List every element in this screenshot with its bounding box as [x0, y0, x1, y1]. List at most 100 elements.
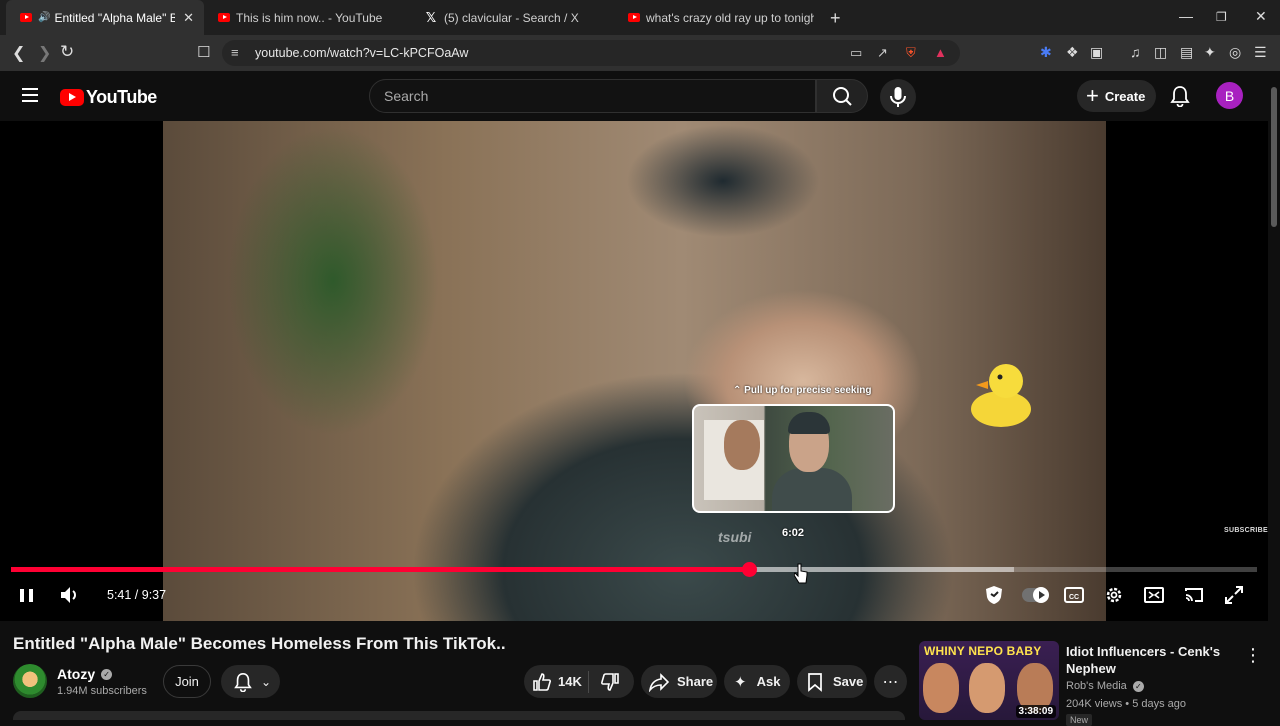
voice-search-button[interactable] [880, 79, 916, 115]
miniplayer-icon[interactable] [1144, 584, 1164, 606]
window-close-icon[interactable]: ✕ [1255, 8, 1267, 25]
video-duration: 3:38:09 [1015, 705, 1056, 718]
sidebar-icon[interactable]: ◫ [1154, 44, 1167, 61]
settings-gear-icon[interactable] [1104, 584, 1124, 606]
url-text: youtube.com/watch?v=LC-kPCFOaAw [255, 46, 469, 60]
plus-icon: + [1086, 83, 1099, 108]
address-bar[interactable]: ≡ youtube.com/watch?v=LC-kPCFOaAw ▭ ↗ ⛨ … [222, 40, 960, 66]
like-button[interactable]: 14K [524, 672, 588, 692]
forward-icon[interactable]: ❯ [38, 43, 51, 63]
more-vertical-icon[interactable]: ⋮ [1244, 645, 1262, 666]
restore-icon[interactable]: ❐ [1216, 10, 1227, 24]
extension-icon[interactable]: ✱ [1040, 44, 1052, 61]
bell-icon [234, 672, 252, 692]
channel-name-text: Atozy [57, 666, 96, 682]
verified-check-icon: ✓ [1132, 680, 1144, 692]
bookmark-icon[interactable]: ☐ [197, 43, 210, 61]
seek-preview-thumbnail [692, 404, 895, 513]
recommended-channel[interactable]: Rob's Media ✓ [1066, 680, 1144, 692]
scrubber-handle[interactable] [741, 562, 757, 577]
extensions-puzzle-icon[interactable]: ❖ [1066, 44, 1079, 61]
share-button[interactable]: Share [641, 665, 717, 698]
save-label: Save [833, 674, 864, 689]
page-scrollbar[interactable] [1268, 71, 1280, 720]
hand-cursor-icon [794, 563, 808, 584]
search-icon [833, 87, 852, 106]
youtube-icon [628, 13, 640, 22]
browser-toolbar: ❮ ❯ ↻ ☐ ≡ youtube.com/watch?v=LC-kPCFOaA… [0, 35, 1280, 71]
channel-avatar[interactable] [13, 664, 47, 698]
seek-hint-text: Pull up for precise seeking [744, 385, 872, 396]
site-settings-icon[interactable]: ≡ [231, 45, 239, 60]
played-bar [11, 567, 749, 572]
browser-tab[interactable]: what's crazy old ray up to tonight? (g [614, 0, 824, 35]
verified-check-icon: ✓ [101, 668, 113, 680]
menu-icon[interactable]: ☰ [1254, 44, 1267, 61]
cast-icon[interactable] [1184, 584, 1204, 606]
share-icon [649, 672, 669, 692]
sparkle-icon: ✦ [734, 673, 747, 691]
shield-extension-icon[interactable] [984, 584, 1004, 606]
subscription-bell-button[interactable]: ⌄ [221, 665, 280, 698]
youtube-icon [20, 13, 32, 22]
dislike-button[interactable] [589, 672, 620, 692]
autoplay-toggle[interactable] [1022, 587, 1049, 603]
guide-menu-icon[interactable] [22, 88, 38, 102]
tab-title: what's crazy old ray up to tonight? (g [646, 10, 814, 25]
youtube-play-icon [60, 89, 84, 106]
like-count: 14K [558, 674, 582, 689]
new-tab-icon[interactable]: + [830, 8, 841, 29]
description-box[interactable] [13, 711, 905, 720]
save-button[interactable]: Save [797, 665, 867, 698]
youtube-icon [218, 13, 230, 22]
search-input[interactable] [384, 88, 784, 104]
thumbs-down-icon [601, 672, 619, 691]
leo-ai-icon[interactable]: ✦ [1204, 44, 1216, 61]
create-button[interactable]: + Create [1077, 80, 1156, 112]
x-icon: 𝕏 [425, 9, 437, 25]
tab-close-icon[interactable]: ✕ [183, 10, 194, 26]
recommended-video-title[interactable]: Idiot Influencers - Cenk's Nephew [1066, 643, 1226, 677]
youtube-logo[interactable]: YouTube [60, 87, 157, 108]
create-label: Create [1104, 88, 1146, 104]
more-actions-button[interactable]: ⋯ [874, 665, 907, 698]
back-icon[interactable]: ❮ [12, 43, 25, 63]
reload-icon[interactable]: ↻ [60, 42, 74, 62]
recommended-video-thumbnail[interactable]: WHINY NEPO BABY 3:38:09 [919, 641, 1059, 720]
scrollbar-thumb[interactable] [1271, 87, 1277, 227]
progress-bar[interactable] [11, 562, 1257, 577]
cast-tab-icon[interactable]: ▭ [850, 45, 862, 61]
join-button[interactable]: Join [163, 665, 211, 698]
browser-tab[interactable]: This is him now.. - YouTube [204, 0, 410, 35]
browser-tab[interactable]: 𝕏 (5) clavicular - Search / X [410, 0, 616, 35]
notifications-bell-icon[interactable] [1170, 85, 1190, 107]
thumbs-up-icon [533, 672, 551, 691]
captions-icon[interactable]: CC [1064, 584, 1084, 606]
more-horizontal-icon: ⋯ [882, 673, 899, 691]
video-watermark: tsubi [718, 529, 752, 545]
video-player[interactable]: SUBSCRIBE ⌃ Pull up for precise seeking … [0, 121, 1268, 621]
brave-shields-icon[interactable]: ⛨ [906, 45, 916, 61]
vpn-icon[interactable]: ◎ [1229, 44, 1241, 61]
minimize-icon[interactable]: — [1179, 8, 1193, 24]
ask-button[interactable]: ✦ Ask [724, 665, 790, 698]
fullscreen-icon[interactable] [1224, 584, 1244, 606]
tab-title: This is him now.. - YouTube [236, 10, 383, 25]
media-controls-icon[interactable]: ♫ [1130, 44, 1141, 60]
brave-rewards-icon[interactable]: ▲ [934, 45, 947, 60]
tab-search-icon[interactable]: ▣ [1090, 44, 1103, 61]
search-button[interactable] [816, 79, 868, 113]
share-page-icon[interactable]: ↗ [877, 45, 888, 61]
browser-tab-strip: 🔊 Entitled "Alpha Male" Becomes Homeless… [0, 0, 1280, 35]
volume-icon[interactable] [59, 584, 83, 606]
speaker-icon[interactable]: 🔊 [38, 12, 50, 23]
wallet-icon[interactable]: ▤ [1180, 44, 1193, 61]
svg-text:CC: CC [1069, 594, 1079, 601]
microphone-icon [890, 87, 906, 107]
account-avatar[interactable]: B [1216, 82, 1243, 109]
channel-name[interactable]: Atozy ✓ [57, 666, 113, 682]
subscribe-watermark[interactable]: SUBSCRIBE [1224, 527, 1268, 534]
ask-label: Ask [756, 674, 781, 689]
browser-tab-active[interactable]: 🔊 Entitled "Alpha Male" Becomes Homeless… [6, 0, 204, 35]
pause-icon[interactable] [18, 584, 36, 606]
